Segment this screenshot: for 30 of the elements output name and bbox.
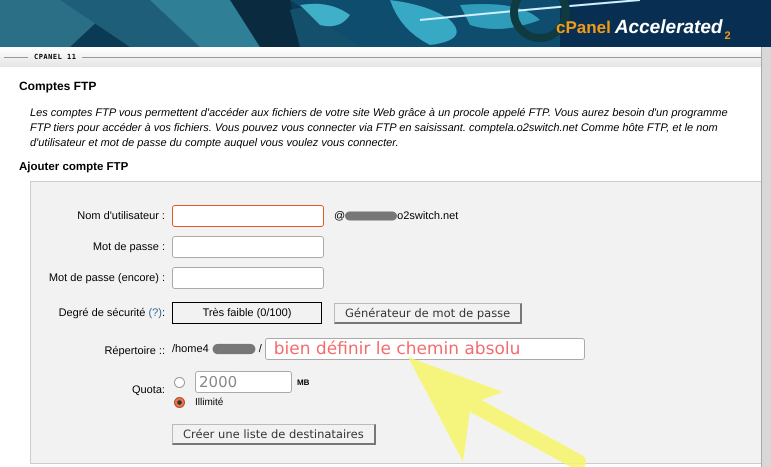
field-label: : [162, 307, 165, 319]
password-generator-button[interactable]: Générateur de mot de passe [334, 302, 522, 324]
unit-label: MB [297, 378, 310, 386]
logo-version: 2 [724, 30, 731, 42]
field-label: Répertoire :: [103, 345, 165, 357]
redaction-scribble [345, 210, 398, 222]
domain-text: o2switch.net [397, 210, 458, 222]
create-list-button[interactable]: Créer une liste de destinataires [172, 424, 376, 445]
description: Les comptes FTP vous permettent d'accéder aux fichiers de votre site Web grâce à un procole appelé FTP. Vous aurez besoin d'un programme FTP tiers pour accéder à vos fichiers. Vous pouvez vous connecter via FTP en saisissant. comptela.o2switch.net Comme hôte FTP, et le nom d'utilisateur et mot de passe du compte auquel vous voulez vous connecter. [30, 106, 729, 151]
field-label: Mot de passe : [92, 240, 165, 252]
radio-button[interactable] [174, 397, 185, 408]
path-text: /home4 [172, 343, 209, 355]
path-text: / [258, 343, 262, 355]
password-field[interactable] [172, 266, 324, 288]
field-label: Mot de passe (encore) : [48, 272, 165, 284]
section-title: Ajouter compte FTP [19, 161, 130, 173]
field-label: Nom d'utilisateur : [76, 210, 165, 222]
logo-brand: cPanel [556, 18, 611, 38]
logo-product: Accelerated [614, 17, 723, 39]
page-title: Comptes FTP [19, 79, 98, 93]
field-label: Quota: [130, 384, 165, 396]
quota-field[interactable]: 2000 [195, 371, 292, 393]
radio-button[interactable] [174, 376, 185, 388]
password-field[interactable] [172, 236, 324, 258]
field-label: Degré de sécurité [58, 307, 146, 319]
domain-text: @ [334, 210, 346, 222]
username-field[interactable] [172, 204, 324, 226]
strength-meter: Très faible (0/100) [172, 302, 322, 324]
radio-label: Illimité [195, 397, 224, 408]
help-link[interactable]: (?) [148, 307, 162, 319]
